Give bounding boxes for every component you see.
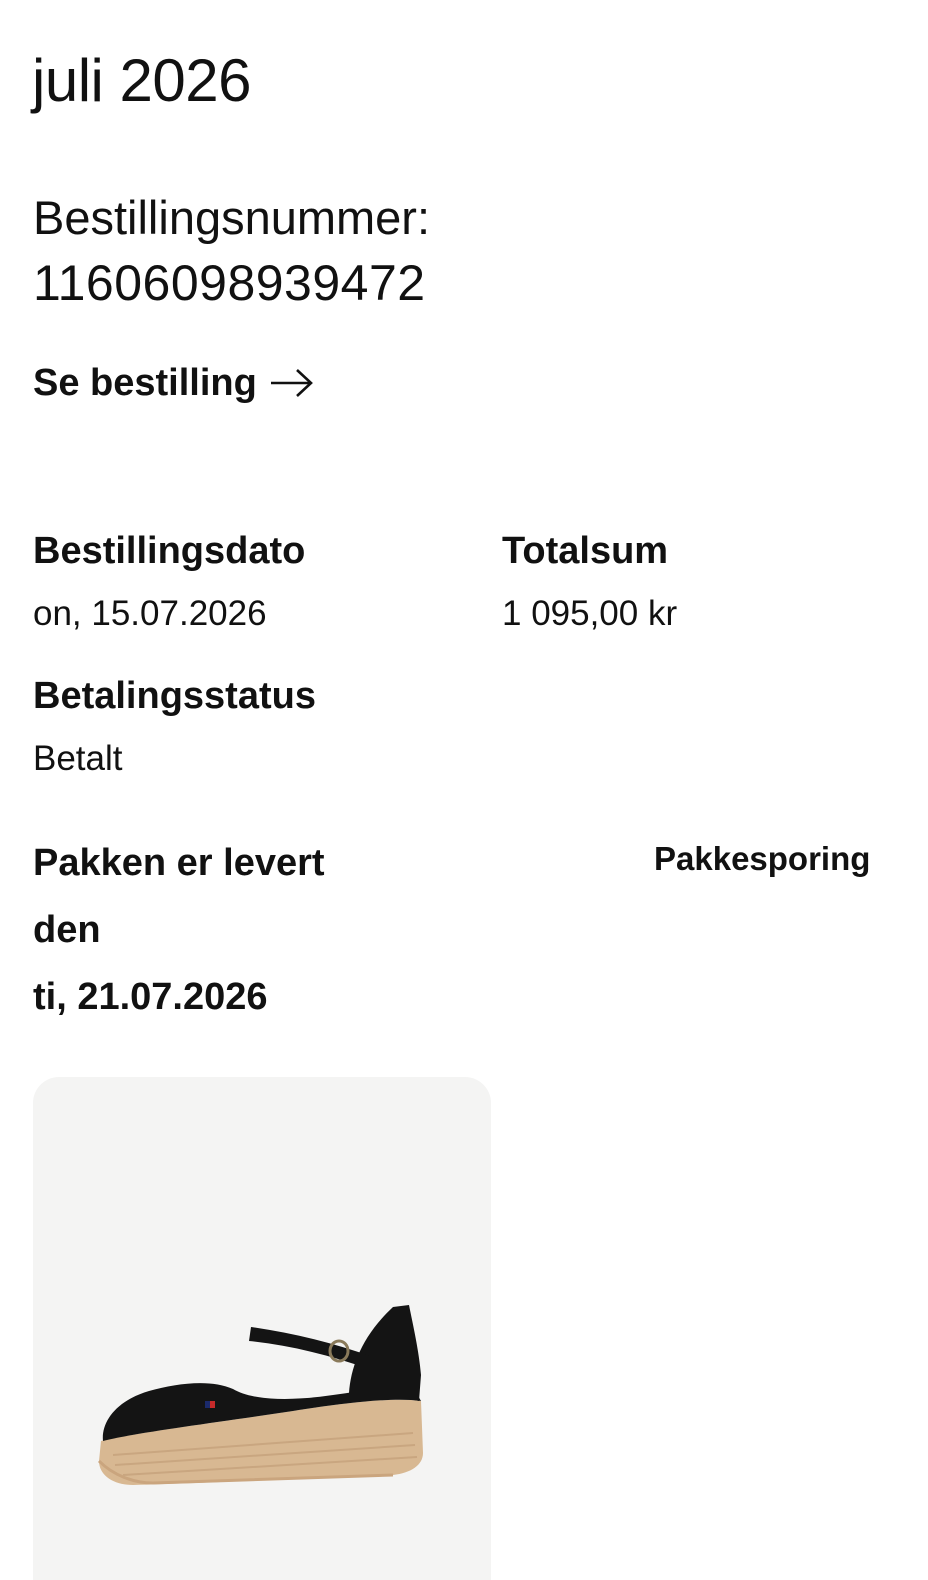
order-date-value: on, 15.07.2026: [33, 594, 267, 633]
view-order-link[interactable]: Se bestilling: [33, 355, 315, 411]
payment-status-value: Betalt: [33, 739, 123, 778]
delivery-status: Pakken er levert den ti, 21.07.2026: [33, 830, 453, 1031]
view-order-link-label: Se bestilling: [33, 362, 257, 404]
package-tracking-link[interactable]: Pakkesporing: [654, 836, 870, 882]
product-card[interactable]: [33, 1077, 491, 1580]
espadrille-wedge-sandal-image: [97, 1305, 423, 1485]
total-value: 1 095,00 kr: [502, 594, 678, 633]
arrow-right-icon: [270, 369, 313, 397]
delivery-status-line: den: [33, 909, 101, 951]
delivery-date: ti, 21.07.2026: [33, 976, 268, 1018]
order-number-value: 11606098939472: [33, 255, 426, 311]
total-label: Totalsum: [502, 530, 669, 572]
order-history-page: juli 2026 Bestillingsnummer: 11606098939…: [0, 0, 928, 1580]
order-date-label: Bestillingsdato: [33, 530, 306, 572]
month-heading: juli 2026: [32, 47, 252, 114]
delivery-status-line: Pakken er levert: [33, 842, 325, 884]
payment-status-label: Betalingsstatus: [33, 675, 316, 717]
order-number-label: Bestillingsnummer:: [33, 191, 431, 244]
